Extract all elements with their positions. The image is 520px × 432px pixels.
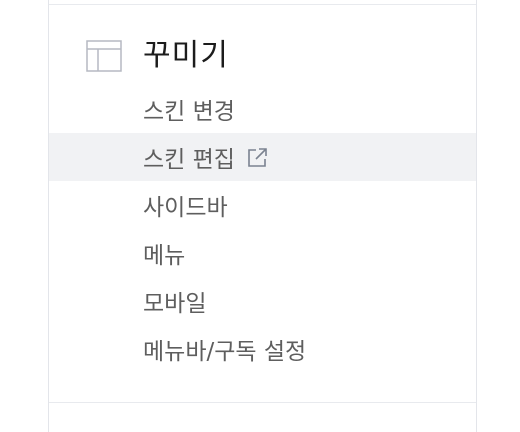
top-divider [49, 4, 476, 5]
menu-item-label: 스킨 변경 [143, 99, 235, 125]
menu-item-mobile[interactable]: 모바일 [49, 277, 476, 325]
menu-item-menu[interactable]: 메뉴 [49, 229, 476, 277]
menu-item-menubar-subscribe[interactable]: 메뉴바/구독 설정 [49, 325, 476, 373]
menu-item-label: 메뉴 [143, 243, 186, 269]
bottom-divider [49, 402, 476, 403]
sidebar-panel: 꾸미기 스킨 변경 스킨 편집 사이드바 메뉴 모바일 메뉴바/구독 설정 [48, 0, 477, 432]
menu-item-sidebar[interactable]: 사이드바 [49, 181, 476, 229]
customize-menu: 스킨 변경 스킨 편집 사이드바 메뉴 모바일 메뉴바/구독 설정 [49, 85, 476, 373]
menu-item-label: 사이드바 [143, 195, 228, 221]
external-link-icon [248, 147, 267, 167]
menu-item-label: 스킨 편집 [143, 147, 235, 173]
menu-item-label: 메뉴바/구독 설정 [143, 339, 307, 365]
menu-item-label: 모바일 [143, 291, 207, 317]
menu-item-skin-edit[interactable]: 스킨 편집 [49, 133, 476, 181]
section-header-customize[interactable]: 꾸미기 [86, 36, 229, 76]
layout-icon [86, 40, 122, 72]
menu-item-skin-change[interactable]: 스킨 변경 [49, 85, 476, 133]
section-title: 꾸미기 [143, 38, 229, 73]
